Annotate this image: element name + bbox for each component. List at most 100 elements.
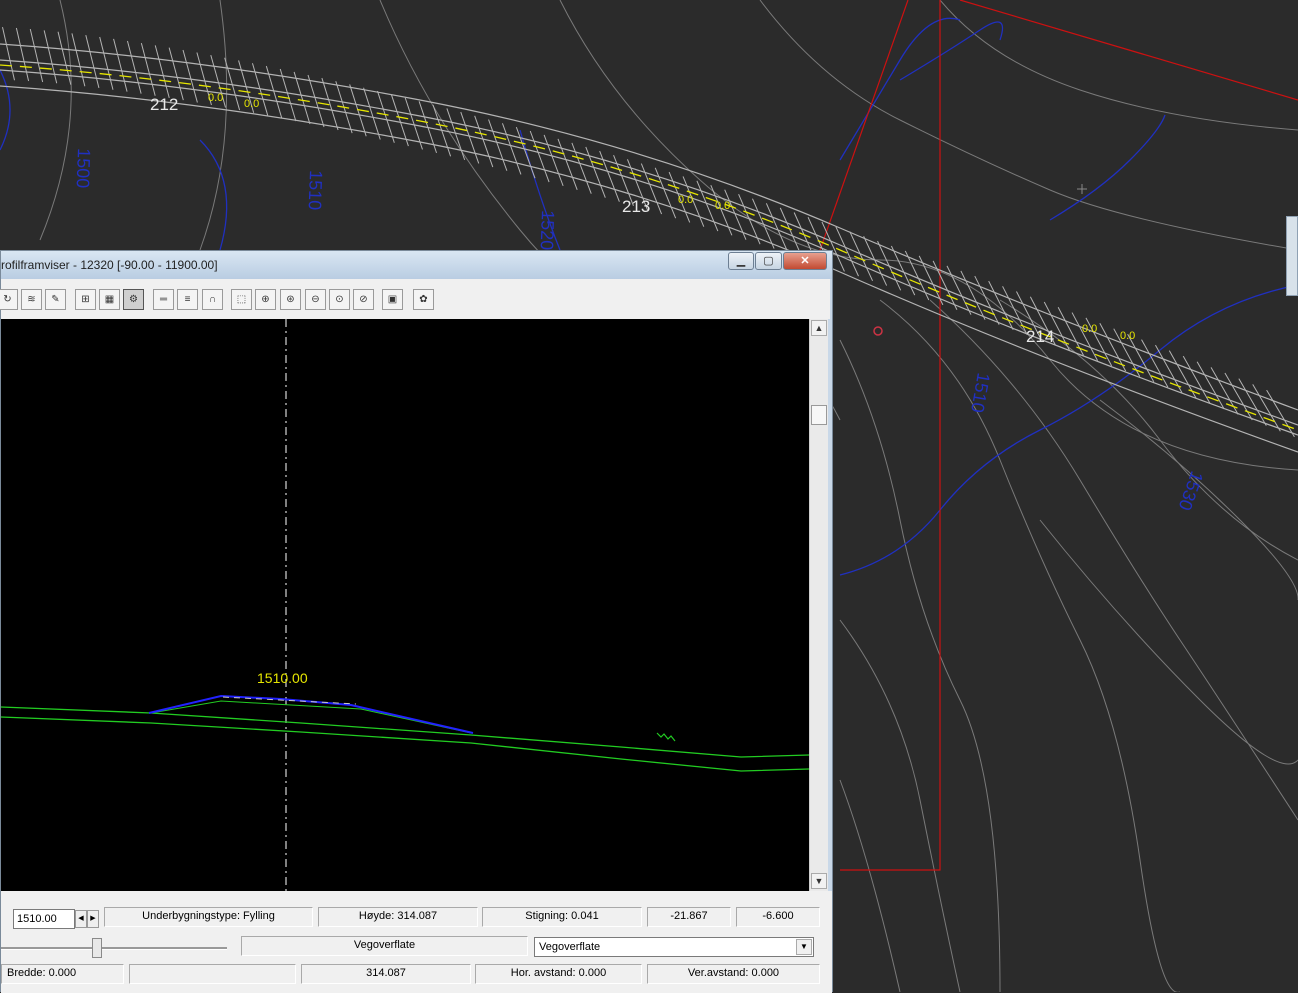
offset-y-field: -6.600 (736, 907, 820, 927)
zoom-extents-icon[interactable]: ⊙ (329, 289, 350, 310)
cross-section-line (890, 245, 916, 296)
empty-field (129, 964, 296, 984)
contour-label: 1530 (1175, 469, 1207, 513)
refresh-icon[interactable]: ↻ (0, 289, 18, 310)
slider-track[interactable] (1, 947, 227, 950)
cross-section-line (85, 34, 100, 89)
title-bar[interactable]: rofilframviser - 12320 [-90.00 - 11900.0… (1, 251, 832, 279)
chevron-down-icon[interactable]: ▼ (796, 939, 812, 955)
cross-section-line (1224, 372, 1253, 421)
cross-section-line (557, 138, 578, 190)
profile-canvas[interactable]: 1510.00 (1, 319, 809, 891)
contour-label: 1510 (305, 170, 326, 211)
palette-icon[interactable]: ✿ (413, 289, 434, 310)
station-213-mark: 0.0 (678, 194, 693, 206)
terrain-line-lower (1, 716, 809, 772)
station-213-mark-right: 0.0 (715, 200, 730, 212)
xyz-icon[interactable]: ≡ (177, 289, 198, 310)
zoom-window-icon[interactable]: ⬚ (231, 289, 252, 310)
surface-label: Vegoverflate (241, 936, 528, 956)
cross-section-line (585, 146, 606, 198)
surface-select[interactable]: Vegoverflate ▼ (534, 937, 814, 957)
grid-icon[interactable]: ▦ (99, 289, 120, 310)
hoyde-field: Høyde: 314.087 (318, 907, 478, 927)
side-panel-tab[interactable] (1286, 216, 1298, 296)
zoom-in-icon[interactable]: ⊕ (255, 289, 276, 310)
cross-section-line (571, 142, 592, 194)
zoom-center-icon[interactable]: ⊛ (280, 289, 301, 310)
contour-label: 1500 (73, 148, 94, 189)
scroll-thumb[interactable] (811, 405, 827, 425)
bredde-field: Bredde: 0.000 (1, 964, 124, 984)
station-next-button[interactable]: ▶ (87, 910, 99, 928)
cross-section-line (43, 30, 58, 84)
cross-section-line (932, 260, 958, 310)
zoom-out-icon[interactable]: ⊖ (305, 289, 326, 310)
magnet-icon[interactable]: ∩ (202, 289, 223, 310)
cross-section-line (113, 38, 128, 92)
cross-section-line (126, 40, 142, 94)
measure-icon[interactable]: ✎ (45, 289, 66, 310)
elevation-field: 314.087 (301, 964, 471, 984)
station-prev-button[interactable]: ◀ (75, 910, 87, 928)
cross-section-line (1002, 286, 1028, 336)
scroll-down-icon[interactable]: ▼ (811, 873, 827, 889)
boundary-lines (819, 0, 1298, 871)
slider-knob[interactable] (92, 938, 102, 958)
cross-section-line (543, 134, 564, 187)
terrain-symbol (656, 732, 676, 742)
cross-section-line (946, 265, 972, 315)
station-input[interactable]: 1510.00 (13, 909, 75, 929)
surface-select-value: Vegoverflate (539, 941, 601, 953)
book-icon[interactable]: ▣ (382, 289, 403, 310)
vertical-scrollbar[interactable]: ▲ ▼ (809, 319, 828, 891)
maximize-button[interactable]: ▢ (755, 252, 782, 270)
map-point-marker[interactable] (873, 326, 883, 336)
settings-icon[interactable]: ⚙ (123, 289, 144, 310)
station-214-mark: 0.0 (1082, 323, 1097, 335)
minimize-button[interactable]: ▁ (728, 252, 754, 270)
zoom-previous-icon[interactable]: ⊘ (353, 289, 374, 310)
terrain-line-upper (1, 706, 809, 758)
cross-section-line (904, 250, 930, 301)
scroll-up-icon[interactable]: ▲ (811, 320, 827, 336)
cross-section-line (99, 36, 114, 90)
cross-section-line (1196, 361, 1225, 410)
cross-section-line (1182, 355, 1211, 404)
cross-section-line (849, 231, 874, 282)
hor-avstand-field: Hor. avstand: 0.000 (475, 964, 642, 984)
contour-label: 1510 (967, 371, 994, 414)
cross-section-line (2, 27, 15, 81)
status-panel: 1510.00 ◀ ▶ Underbygningstype: Fylling H… (1, 891, 832, 993)
cross-section-line (724, 189, 747, 240)
grid-lines-icon[interactable]: ⊞ (75, 289, 96, 310)
cross-section-line (57, 31, 72, 85)
ver-avstand-field: Ver.avstand: 0.000 (647, 964, 820, 984)
ruler-icon[interactable]: ═ (153, 289, 174, 310)
window-title: rofilframviser - 12320 [-90.00 - 11900.0… (1, 258, 218, 272)
toolbar: ↻ ≋ ✎ ⊞ ▦ ⚙ ═ ≡ ∩ ⬚ ⊕ ⊛ ⊖ ⊙ ⊘ ▣ ✿ (0, 279, 830, 319)
profile-viewer-window: rofilframviser - 12320 [-90.00 - 11900.0… (0, 250, 833, 993)
cursor-cross (1077, 184, 1087, 194)
station-214-label: 214 (1026, 327, 1054, 346)
station-214-mark-right: 0.0 (1120, 330, 1135, 342)
cross-section-line (29, 28, 44, 83)
cross-section-line (15, 27, 30, 82)
station-212-label: 212 (150, 95, 178, 114)
profile-station-label: 1510.00 (257, 670, 308, 686)
cross-section-line (599, 150, 620, 202)
station-212-mark-right: 0.0 (244, 98, 259, 110)
cross-section-line (654, 167, 677, 219)
cross-section-line (863, 236, 888, 286)
close-button[interactable]: ✕ (783, 252, 827, 270)
cross-section-line (182, 49, 198, 103)
cross-section-line (71, 33, 86, 87)
contour-label: 1520 (537, 210, 558, 251)
stigning-field: Stigning: 0.041 (482, 907, 642, 927)
offset-x-field: -21.867 (647, 907, 731, 927)
cross-section-line (140, 42, 156, 96)
layers-icon[interactable]: ≋ (21, 289, 42, 310)
cross-section-line (168, 47, 184, 101)
fill-layer-line (150, 700, 472, 734)
station-213-label: 213 (622, 197, 650, 216)
